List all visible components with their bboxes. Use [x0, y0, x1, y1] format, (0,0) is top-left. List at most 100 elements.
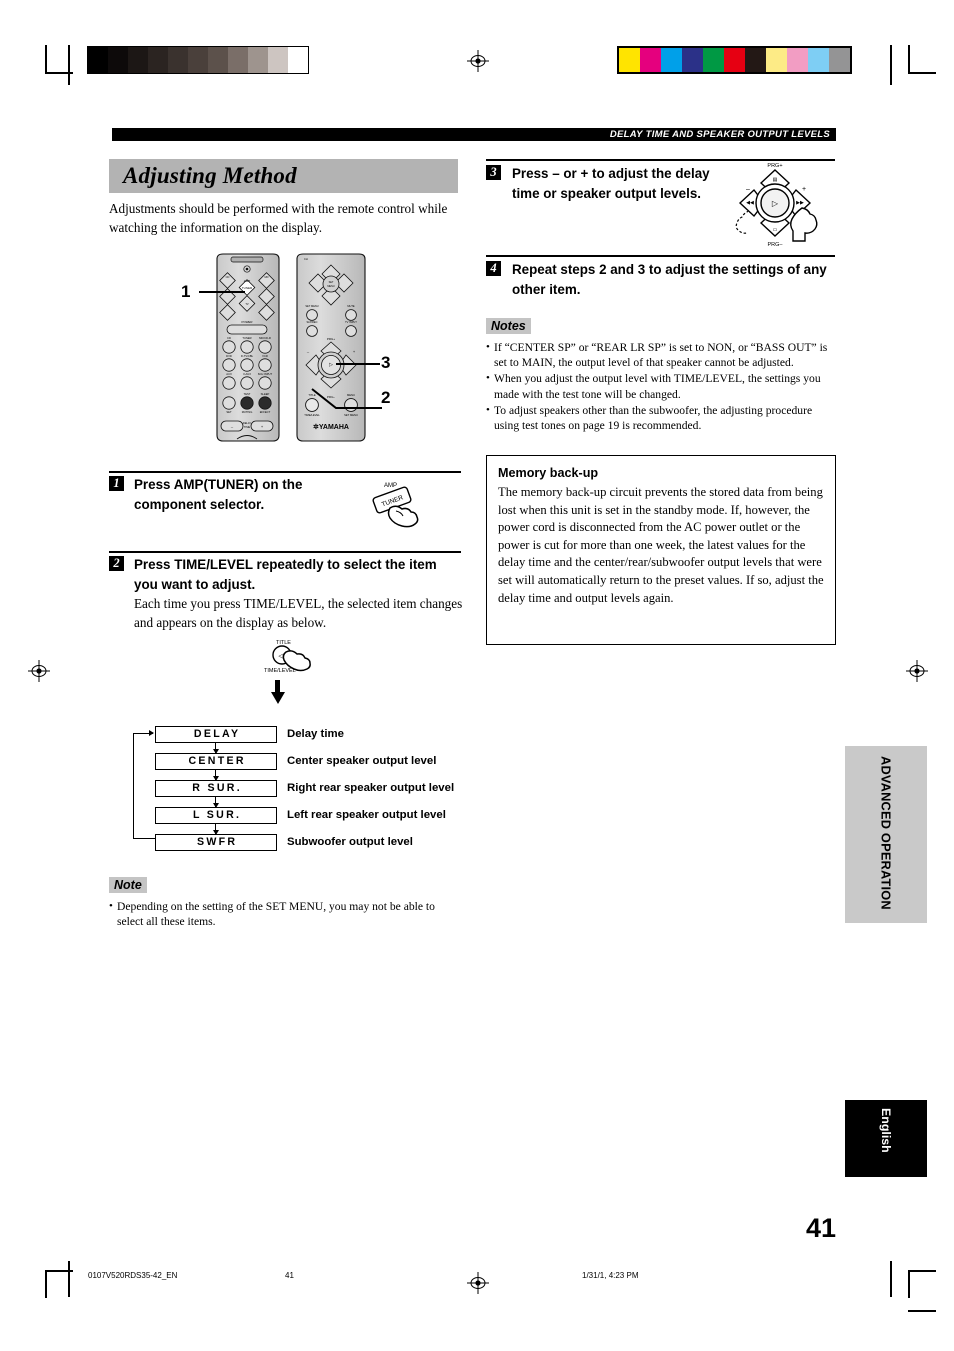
svg-text:MENU: MENU — [327, 285, 335, 288]
gray-swatch-9 — [268, 47, 288, 73]
svg-text:PRG+: PRG+ — [327, 337, 336, 341]
callout-2-text: 2 — [381, 388, 391, 407]
prg-minus-label: PRG– — [768, 242, 784, 248]
step-4-divider — [486, 255, 835, 257]
note-list-left: Depending on the setting of the SET MENU… — [109, 899, 461, 930]
svg-text:TV INPUT: TV INPUT — [345, 320, 357, 324]
flow-display-l-sur: L SUR. — [155, 807, 277, 824]
page-title: Adjusting Method — [109, 159, 458, 193]
svg-text:▶▶: ▶▶ — [796, 200, 804, 206]
grayscale-calibration-ramp — [87, 46, 309, 74]
step-2-number-text: 2 — [113, 556, 120, 570]
svg-text:SET MENU: SET MENU — [344, 413, 358, 417]
step-1-divider — [109, 471, 461, 473]
callout-3-text: 3 — [381, 353, 391, 372]
color-swatch-4 — [703, 48, 724, 72]
svg-text:TIME: TIME — [244, 425, 250, 429]
step-2-body-text: Each time you press TIME/LEVEL, the sele… — [134, 596, 463, 630]
flow-row: L SUR. Left rear speaker output level — [130, 807, 460, 835]
page-number: 41 — [806, 1213, 836, 1243]
flow-label-center: Center speaker output level — [287, 755, 437, 767]
svg-text:▷: ▷ — [772, 199, 779, 208]
svg-text:CD: CD — [226, 275, 230, 279]
footer-page: 41 — [285, 1270, 294, 1281]
gray-swatch-0 — [88, 47, 108, 73]
svg-text:V-AUX: V-AUX — [243, 372, 251, 376]
registration-target-top — [467, 50, 489, 72]
prg-plus-label: PRG+ — [767, 163, 782, 169]
step-4-heading-text: Repeat steps 2 and 3 to adjust the setti… — [512, 262, 827, 297]
svg-text:TV: TV — [245, 302, 249, 306]
footer-timestamp: 1/31/1, 4:23 PM — [582, 1270, 638, 1281]
svg-text:TUNER: TUNER — [242, 336, 251, 340]
step-4-number-text: 4 — [490, 261, 497, 275]
svg-text:EFFECT: EFFECT — [260, 410, 271, 414]
flow-display-swfr: SWFR — [155, 834, 277, 851]
svg-text:SLEEP: SLEEP — [261, 392, 270, 396]
color-swatch-0 — [619, 48, 640, 72]
svg-text:CD: CD — [227, 336, 231, 340]
flow-row: SWFR Subwoofer output level — [130, 834, 460, 861]
gray-swatch-7 — [228, 47, 248, 73]
color-swatch-5 — [724, 48, 745, 72]
crop-mark-top-left-corner-h — [45, 72, 73, 74]
remote-control-illustration: AMP TUNER CD MD TV POWER CD TUNER MD/CD-R … — [205, 253, 385, 448]
remote-right-body: CH SET MENU SET MENU MUTE SLP/REC TV INPUT — [296, 253, 366, 442]
svg-text:6CH INPUT: 6CH INPUT — [258, 372, 273, 376]
callout-line-1 — [199, 291, 245, 293]
crop-mark-bottom-right-corner-h — [908, 1270, 936, 1272]
step-2-heading-text: Press TIME/LEVEL repeatedly to select th… — [134, 557, 437, 592]
gray-swatch-8 — [248, 47, 268, 73]
svg-text:CH: CH — [304, 257, 308, 261]
running-head-text: DELAY TIME AND SPEAKER OUTPUT LEVELS — [609, 129, 830, 140]
svg-text:AMP: AMP — [244, 279, 251, 283]
gray-swatch-5 — [188, 47, 208, 73]
chapter-side-tab: ADVANCED OPERATION — [845, 746, 927, 923]
callout-number-1: 1 — [181, 282, 190, 301]
page-title-text: Adjusting Method — [123, 163, 297, 188]
gray-swatch-6 — [208, 47, 228, 73]
svg-text:TIME/LEVEL: TIME/LEVEL — [264, 668, 296, 674]
registration-target-bottom — [467, 1272, 489, 1294]
svg-text:MD/CD-R: MD/CD-R — [259, 336, 271, 340]
callout-line-2 — [310, 388, 382, 410]
flow-row: CENTER Center speaker output level — [130, 753, 460, 781]
flow-display-center: CENTER — [155, 753, 277, 770]
flow-arrow — [211, 824, 221, 835]
step-2-heading: Press TIME/LEVEL repeatedly to select th… — [134, 555, 460, 594]
color-calibration-bars — [617, 46, 852, 74]
callout-line-3 — [336, 363, 380, 365]
flow-label-r-sur: Right rear speaker output level — [287, 782, 455, 794]
svg-text:◀◀: ◀◀ — [746, 200, 754, 206]
svg-text:POWER: POWER — [242, 320, 253, 324]
crop-mark-bottom-right-corner-v — [908, 1270, 910, 1298]
svg-text:TUNER: TUNER — [242, 286, 253, 290]
list-item: To adjust speakers other than the subwoo… — [486, 403, 836, 434]
minus-label: – — [746, 186, 750, 193]
cursor-pad-illustration: PRG+ ▤ ▭ ▷ ◀◀ ▶▶ – + PRG– — [716, 160, 834, 248]
flow-label-l-sur: Left rear speaker output level — [287, 809, 446, 821]
footer-filename: 0107V520RDS35-42_EN — [88, 1270, 177, 1281]
footer-filename-text: 0107V520RDS35-42_EN — [88, 1271, 178, 1280]
note-label-left: Note — [109, 877, 147, 893]
step-2-divider — [109, 551, 461, 553]
step-3-heading: Press – or + to adjust the delay time or… — [512, 164, 712, 203]
section-intro-text: Adjustments should be performed with the… — [109, 201, 448, 235]
flow-arrow — [211, 797, 221, 808]
memory-backup-text: The memory back-up circuit prevents the … — [498, 485, 824, 605]
step-2-number: 2 — [109, 556, 124, 571]
step-3-number: 3 — [486, 165, 501, 180]
color-swatch-7 — [766, 48, 787, 72]
svg-text:MD: MD — [264, 275, 268, 279]
footer-timestamp-text: 1/31/1, 4:23 PM — [582, 1271, 639, 1280]
step-1-number: 1 — [109, 476, 124, 491]
svg-text:DVD: DVD — [226, 354, 232, 358]
svg-text:SLP/REC: SLP/REC — [306, 320, 317, 324]
plus-label: + — [802, 186, 806, 193]
notes-label-right: Notes — [486, 318, 531, 334]
crop-mark-top-left-corner-v — [45, 45, 47, 73]
flow-display-r-sur: R SUR. — [155, 780, 277, 797]
crop-mark-top-right-corner-h — [908, 72, 936, 74]
gray-swatch-4 — [168, 47, 188, 73]
chapter-side-tab-label: ADVANCED OPERATION — [878, 756, 894, 910]
